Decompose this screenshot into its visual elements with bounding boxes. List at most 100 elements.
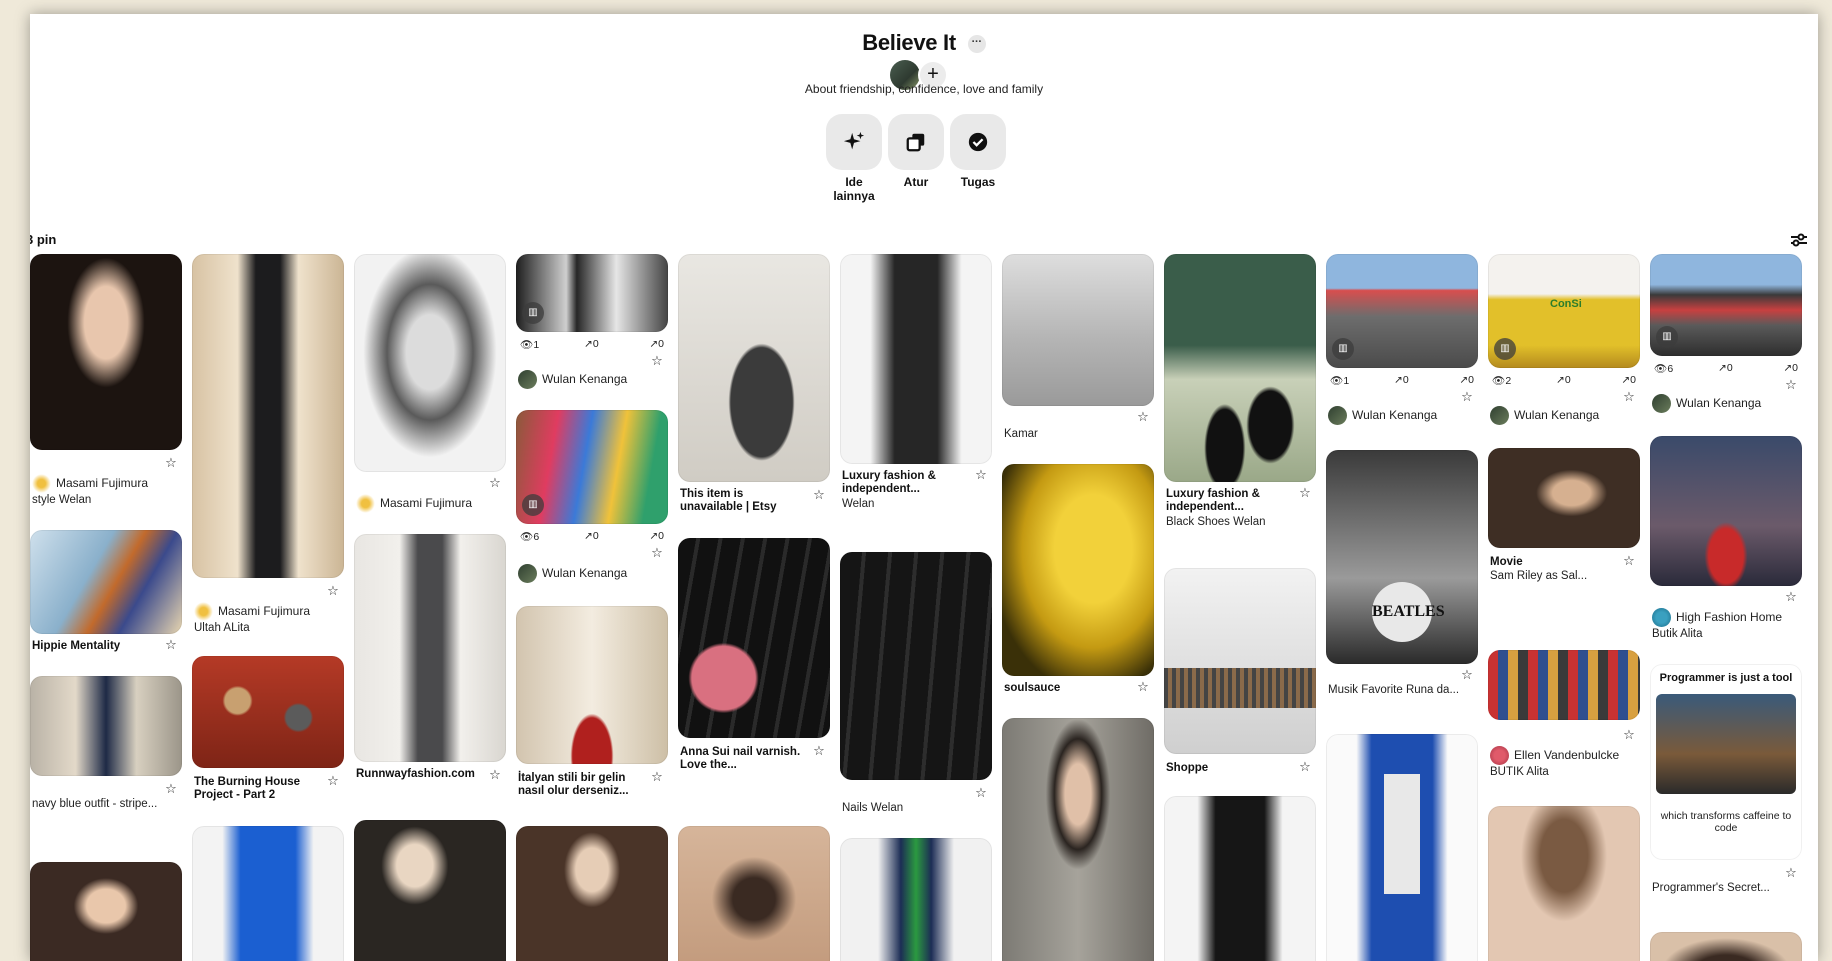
pin-image[interactable] <box>354 534 506 762</box>
pin-owner[interactable]: High Fashion Home <box>1652 606 1782 628</box>
pin-image[interactable] <box>354 254 506 472</box>
pin-image[interactable]: ▥ <box>1650 254 1802 356</box>
pin-card[interactable]: Anna Sui nail varnish. Love the... ☆ <box>678 538 830 782</box>
pin-owner[interactable]: Wulan Kenanga <box>1490 404 1599 426</box>
pin-card[interactable]: ▥ 👁6 ↗0 ↗0 ☆ Wulan Kenanga <box>1650 254 1802 422</box>
pin-image[interactable]: ▥ <box>516 410 668 524</box>
pin-card[interactable]: ▥ 👁1 ↗0 ↗0 ☆ Wulan Kenanga <box>516 254 668 390</box>
pin-image[interactable] <box>840 254 992 464</box>
save-star-icon[interactable]: ☆ <box>812 488 826 502</box>
pin-image[interactable] <box>1002 718 1154 961</box>
save-star-icon[interactable]: ☆ <box>488 768 502 782</box>
save-star-icon[interactable]: ☆ <box>974 786 988 800</box>
pin-image[interactable]: BEATLES <box>1326 450 1478 664</box>
pin-owner[interactable]: Wulan Kenanga <box>518 562 627 584</box>
pin-card[interactable]: ▥ 👁1 ↗0 ↗0 ☆ Wulan Kenanga <box>1326 254 1478 425</box>
pin-card[interactable]: This item is unavailable | Etsy ☆ <box>678 254 830 522</box>
pin-image[interactable]: ConSi ▥ <box>1488 254 1640 368</box>
save-star-icon[interactable]: ☆ <box>1622 728 1636 742</box>
pin-image[interactable] <box>30 530 182 634</box>
pin-owner[interactable]: Wulan Kenanga <box>518 368 627 390</box>
pin-card[interactable]: ☆ Masami Fujimura <box>354 254 506 518</box>
pin-image[interactable] <box>1002 254 1154 406</box>
pin-card[interactable] <box>1488 806 1640 961</box>
more-ideas-tool[interactable]: Ide lainnya <box>826 114 882 203</box>
pin-image[interactable] <box>1164 796 1316 961</box>
pin-image[interactable] <box>1326 734 1478 961</box>
save-star-icon[interactable]: ☆ <box>1298 760 1312 774</box>
pin-card[interactable] <box>1650 932 1802 961</box>
pin-image[interactable] <box>1488 650 1640 720</box>
pin-card[interactable]: ☆ Nails Welan <box>840 552 992 820</box>
pin-card[interactable] <box>1164 796 1316 961</box>
pin-image[interactable]: ▥ <box>516 254 668 332</box>
tasks-tool[interactable]: Tugas <box>950 114 1006 189</box>
pin-image[interactable]: ▥ <box>1326 254 1478 368</box>
save-star-icon[interactable]: ☆ <box>974 468 988 482</box>
pin-card[interactable]: soulsauce ☆ <box>1002 464 1154 704</box>
save-star-icon[interactable]: ☆ <box>1298 486 1312 500</box>
pin-owner[interactable]: Masami Fujimura <box>194 600 310 622</box>
pin-card[interactable]: Runnwayfashion.com ☆ <box>354 534 506 796</box>
pin-card[interactable]: ☆ Masami Fujimura Ultah ALita <box>192 254 344 634</box>
pin-image[interactable] <box>1002 464 1154 676</box>
pin-card[interactable] <box>516 826 668 961</box>
pin-owner[interactable]: Masami Fujimura <box>356 492 472 514</box>
save-star-icon[interactable]: ☆ <box>164 782 178 796</box>
pin-card[interactable]: Luxury fashion & independent... ☆ Black … <box>1164 254 1316 540</box>
pin-image[interactable] <box>30 676 182 776</box>
pin-card[interactable]: Hippie Mentality ☆ <box>30 530 182 656</box>
pin-image[interactable] <box>1488 806 1640 961</box>
pin-card[interactable]: İtalyan stili bir gelin nasıl olur derse… <box>516 606 668 802</box>
save-star-icon[interactable]: ☆ <box>1622 554 1636 568</box>
pin-image[interactable] <box>840 552 992 780</box>
pin-owner[interactable]: Wulan Kenanga <box>1652 392 1761 414</box>
pin-card[interactable]: ☆ navy blue outfit - stripe... <box>30 676 182 810</box>
pin-card[interactable] <box>678 826 830 961</box>
save-star-icon[interactable]: ☆ <box>488 476 502 490</box>
pin-image[interactable] <box>1650 436 1802 586</box>
pin-image[interactable]: Programmer is just a tool which transfor… <box>1650 664 1802 860</box>
pin-image[interactable] <box>678 826 830 961</box>
save-star-icon[interactable]: ☆ <box>164 456 178 470</box>
save-star-icon[interactable]: ☆ <box>164 638 178 652</box>
pin-image[interactable] <box>192 656 344 768</box>
pin-image[interactable] <box>192 254 344 578</box>
save-star-icon[interactable]: ☆ <box>1460 668 1474 682</box>
pin-image[interactable] <box>840 838 992 961</box>
pin-image[interactable] <box>30 862 182 961</box>
pin-card[interactable]: Luxury fashion & independent... ☆ Welan <box>840 254 992 520</box>
pin-card[interactable]: ConSi ▥ 👁2 ↗0 ↗0 ☆ Wulan Kenanga <box>1488 254 1640 426</box>
save-star-icon[interactable]: ☆ <box>650 546 664 560</box>
pin-owner[interactable]: Ellen Vandenbulcke <box>1490 744 1619 766</box>
board-more-button[interactable]: ··· <box>967 35 986 54</box>
pin-card[interactable]: The Burning House Project - Part 2 ☆ <box>192 656 344 806</box>
pin-image[interactable] <box>354 820 506 961</box>
pin-image[interactable] <box>1488 448 1640 548</box>
save-star-icon[interactable]: ☆ <box>1136 680 1150 694</box>
pin-card[interactable] <box>1326 734 1478 961</box>
pin-card[interactable]: ☆ Kamar <box>1002 254 1154 440</box>
save-star-icon[interactable]: ☆ <box>1784 378 1798 392</box>
save-star-icon[interactable]: ☆ <box>326 584 340 598</box>
pin-image[interactable] <box>678 538 830 738</box>
save-star-icon[interactable]: ☆ <box>812 744 826 758</box>
pin-card[interactable] <box>192 826 344 961</box>
save-star-icon[interactable]: ☆ <box>650 354 664 368</box>
pin-card[interactable] <box>354 820 506 961</box>
pin-card[interactable]: ☆ High Fashion Home Butik Alita <box>1650 436 1802 650</box>
pin-card[interactable]: ☆ Ellen Vandenbulcke BUTIK Alita <box>1488 650 1640 790</box>
pin-card[interactable]: BEATLES ☆ Musik Favorite Runa da... <box>1326 450 1478 714</box>
pin-card[interactable] <box>840 838 992 961</box>
pin-card[interactable]: Movie ☆ Sam Riley as Sal... <box>1488 448 1640 602</box>
pin-image[interactable] <box>1164 254 1316 482</box>
pin-image[interactable] <box>1650 932 1802 961</box>
pin-card[interactable]: ▥ 👁6 ↗0 ↗0 ☆ Wulan Kenanga <box>516 410 668 596</box>
pin-card[interactable]: Programmer is just a tool which transfor… <box>1650 664 1802 912</box>
pin-card[interactable] <box>1002 718 1154 961</box>
save-star-icon[interactable]: ☆ <box>1784 866 1798 880</box>
save-star-icon[interactable]: ☆ <box>1460 390 1474 404</box>
filter-icon[interactable] <box>1790 233 1808 247</box>
pin-image[interactable] <box>516 826 668 961</box>
pin-card[interactable]: Shoppe ☆ <box>1164 568 1316 782</box>
